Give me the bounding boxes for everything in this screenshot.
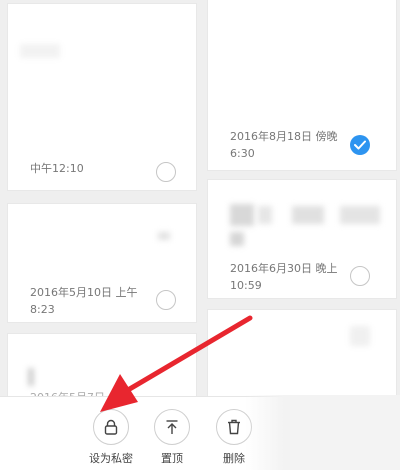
red-arrow-annotation — [100, 315, 253, 412]
